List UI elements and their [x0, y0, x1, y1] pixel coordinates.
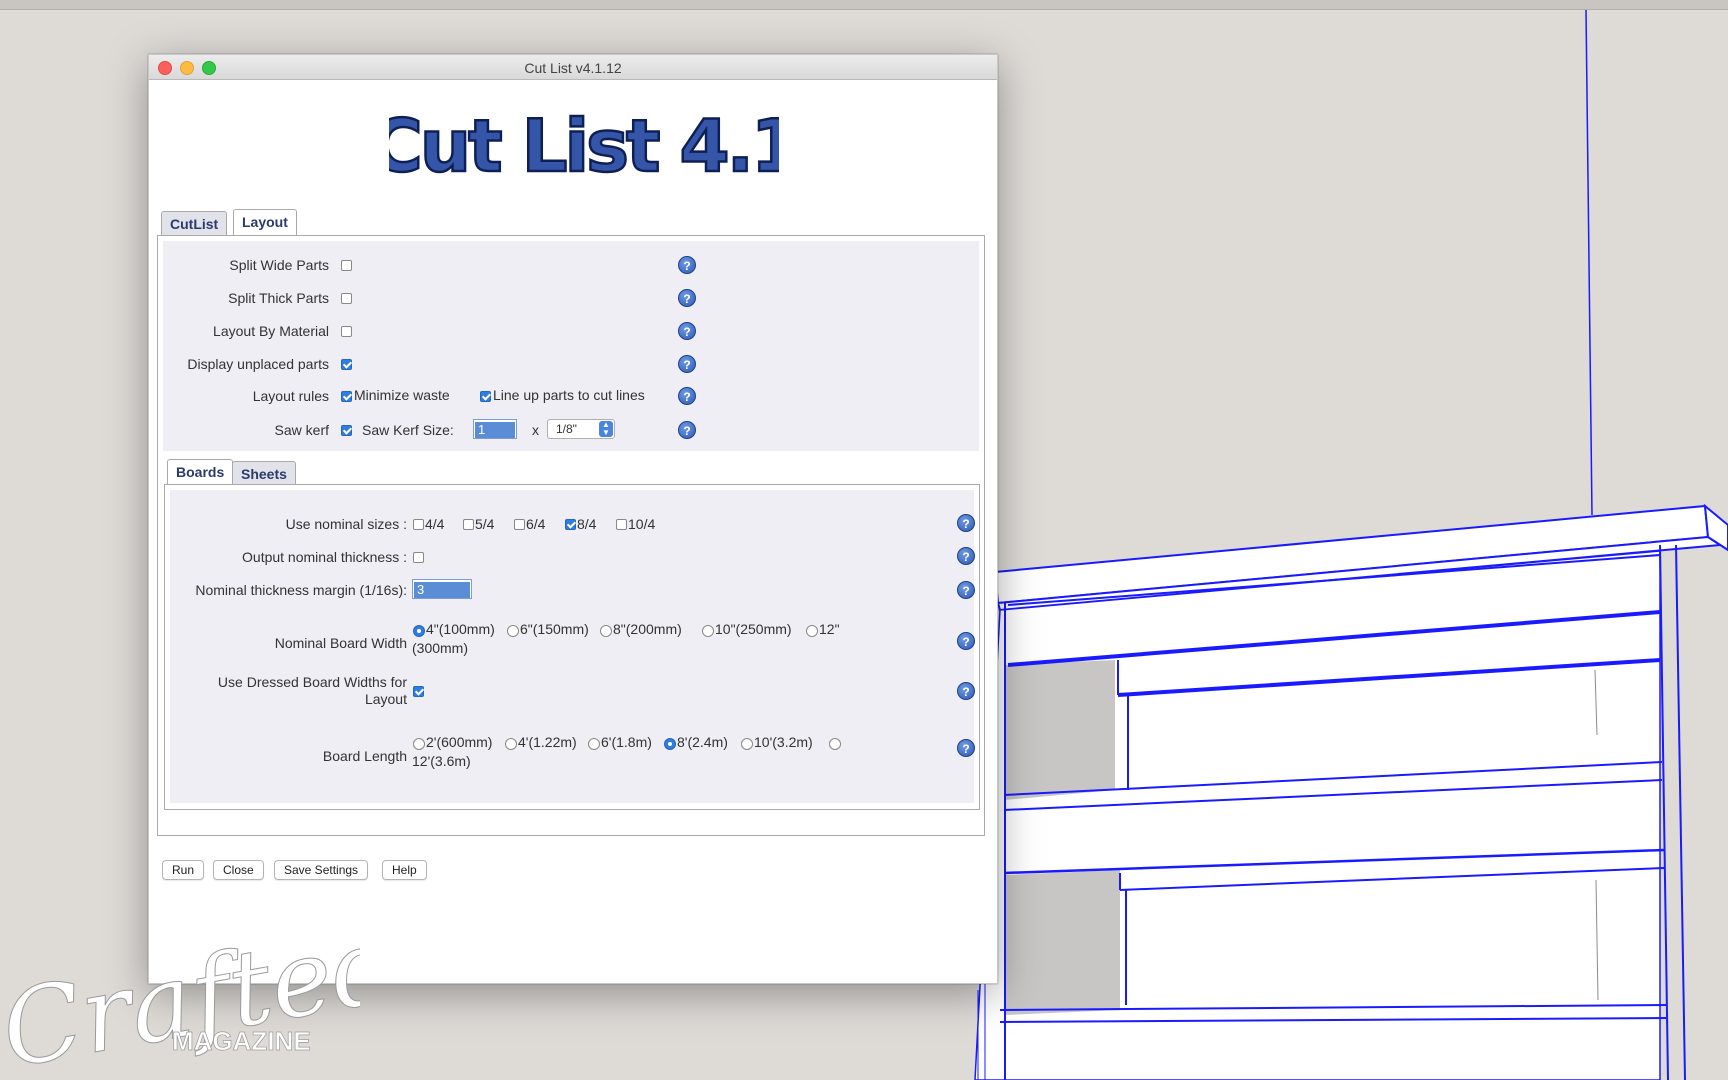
tab-sheets[interactable]: Sheets: [232, 461, 296, 485]
nominal-size-checkbox[interactable]: [413, 519, 424, 530]
cutlist-window: Cut List v4.1.12 Cut List 4.1 CutList La…: [148, 54, 998, 984]
help-icon[interactable]: ?: [678, 256, 696, 274]
saw-kerf-checkbox[interactable]: [341, 425, 352, 436]
board-length-option: 8'(2.4m): [677, 734, 728, 750]
board-length-option: 6'(1.8m): [601, 734, 652, 750]
display-unplaced-parts-label: Display unplaced parts: [187, 356, 329, 372]
tab-boards[interactable]: Boards: [167, 459, 234, 485]
nominal-size-checkbox[interactable]: [616, 519, 627, 530]
split-thick-parts-label: Split Thick Parts: [228, 290, 329, 306]
layout-by-material-checkbox[interactable]: [341, 326, 352, 337]
board-width-option: 6"(150mm): [520, 621, 589, 637]
layout-by-material-label: Layout By Material: [213, 323, 329, 339]
board-width-radio[interactable]: [806, 625, 818, 637]
crafted-magazine-watermark: Crafted MAGAZINE: [0, 902, 360, 1080]
board-width-option: 10"(250mm): [715, 621, 792, 637]
boards-options: Use nominal sizes : 4/4 5/4 6/4 8/4 10/4…: [170, 490, 975, 803]
dressed-board-widths-checkbox[interactable]: [413, 686, 424, 697]
cabinet-model: [974, 9, 1728, 1080]
help-icon[interactable]: ?: [957, 682, 975, 700]
saw-kerf-label: Saw kerf: [274, 422, 329, 438]
board-width-option: 12": [819, 621, 840, 637]
window-titlebar[interactable]: Cut List v4.1.12: [149, 55, 997, 80]
split-wide-parts-checkbox[interactable]: [341, 260, 352, 271]
tab-layout[interactable]: Layout: [233, 209, 297, 235]
window-title: Cut List v4.1.12: [524, 60, 622, 76]
help-icon[interactable]: ?: [957, 514, 975, 532]
nominal-thickness-margin-label: Nominal thickness margin (1/16s):: [195, 582, 407, 598]
minimize-waste-checkbox[interactable]: [341, 391, 352, 402]
output-nominal-thickness-checkbox[interactable]: [413, 552, 424, 563]
nominal-thickness-margin-input[interactable]: 3: [412, 579, 472, 599]
help-icon[interactable]: ?: [957, 632, 975, 650]
saw-kerf-unit-value: 1/8": [556, 422, 577, 436]
svg-text:Cut List 4.1: Cut List 4.1: [389, 104, 779, 188]
board-length-option: 4'(1.22m): [518, 734, 577, 750]
help-icon[interactable]: ?: [957, 547, 975, 565]
help-icon[interactable]: ?: [957, 581, 975, 599]
board-width-radio[interactable]: [702, 625, 714, 637]
nominal-sizes-label: Use nominal sizes :: [285, 516, 407, 532]
split-thick-parts-checkbox[interactable]: [341, 293, 352, 304]
help-icon[interactable]: ?: [957, 739, 975, 757]
minimize-waste-label: Minimize waste: [354, 387, 450, 403]
times-sign: x: [532, 422, 539, 438]
board-length-radio[interactable]: [829, 738, 841, 750]
help-icon[interactable]: ?: [678, 289, 696, 307]
board-width-option: 8"(200mm): [613, 621, 682, 637]
board-width-radio[interactable]: [507, 625, 519, 637]
board-length-label: Board Length: [322, 748, 407, 764]
saw-kerf-size-label: Saw Kerf Size:: [362, 422, 454, 438]
split-wide-parts-label: Split Wide Parts: [229, 257, 329, 273]
nominal-size-checkbox[interactable]: [565, 519, 576, 530]
svg-text:MAGAZINE: MAGAZINE: [172, 1026, 311, 1056]
help-icon[interactable]: ?: [678, 387, 696, 405]
board-width-radio[interactable]: [600, 625, 612, 637]
nominal-size-label: 8/4: [577, 516, 597, 532]
nominal-thickness-margin-value: 3: [414, 582, 470, 598]
help-icon[interactable]: ?: [678, 322, 696, 340]
board-length-radio[interactable]: [505, 738, 517, 750]
nominal-size-label: 4/4: [425, 516, 445, 532]
run-button[interactable]: Run: [162, 860, 205, 880]
help-button[interactable]: Help: [382, 860, 427, 880]
close-button[interactable]: Close: [213, 860, 264, 880]
nominal-size-checkbox[interactable]: [514, 519, 525, 530]
boards-panel: Use nominal sizes : 4/4 5/4 6/4 8/4 10/4…: [164, 484, 980, 810]
board-length-radio[interactable]: [588, 738, 600, 750]
saw-kerf-unit-select[interactable]: 1/8" ▲ ▼: [547, 419, 615, 439]
layout-rules-label: Layout rules: [252, 388, 329, 404]
board-length-option-wrapped: 12'(3.6m): [412, 753, 471, 769]
nominal-size-label: 10/4: [628, 516, 656, 532]
nominal-board-width-label: Nominal Board Width: [274, 635, 407, 651]
board-length-option: 10'(3.2m): [754, 734, 813, 750]
board-length-option: 2'(600mm): [426, 734, 493, 750]
output-nominal-thickness-label: Output nominal thickness :: [242, 549, 407, 565]
nominal-size-checkbox[interactable]: [463, 519, 474, 530]
line-up-parts-checkbox[interactable]: [480, 391, 491, 402]
help-icon[interactable]: ?: [678, 421, 696, 439]
board-width-radio[interactable]: [413, 625, 425, 637]
save-settings-button[interactable]: Save Settings: [274, 860, 369, 880]
chevron-updown-icon: ▲ ▼: [599, 421, 613, 437]
layout-panel: Split Wide Parts ? Split Thick Parts ? L…: [157, 235, 985, 836]
dressed-board-widths-label: Use Dressed Board Widths for: [217, 674, 407, 690]
board-width-option: 4"(100mm): [426, 621, 495, 637]
board-length-radio[interactable]: [413, 738, 425, 750]
saw-kerf-size-value: 1: [475, 422, 515, 438]
board-length-radio[interactable]: [741, 738, 753, 750]
dressed-board-widths-label-line2: Layout: [364, 691, 407, 707]
cutlist-logo: Cut List 4.1: [389, 103, 779, 189]
display-unplaced-parts-checkbox[interactable]: [341, 359, 352, 370]
board-width-option-metric: (300mm): [412, 640, 469, 656]
help-icon[interactable]: ?: [678, 355, 696, 373]
nominal-size-label: 5/4: [475, 516, 495, 532]
layout-options: Split Wide Parts ? Split Thick Parts ? L…: [163, 241, 979, 451]
tab-cutlist[interactable]: CutList: [161, 211, 228, 235]
desktop-background: Cut List v4.1.12 Cut List 4.1 CutList La…: [0, 0, 1728, 1080]
saw-kerf-size-input[interactable]: 1: [473, 419, 517, 439]
line-up-parts-label: Line up parts to cut lines: [493, 387, 645, 403]
nominal-size-label: 6/4: [526, 516, 546, 532]
board-length-radio[interactable]: [664, 738, 676, 750]
